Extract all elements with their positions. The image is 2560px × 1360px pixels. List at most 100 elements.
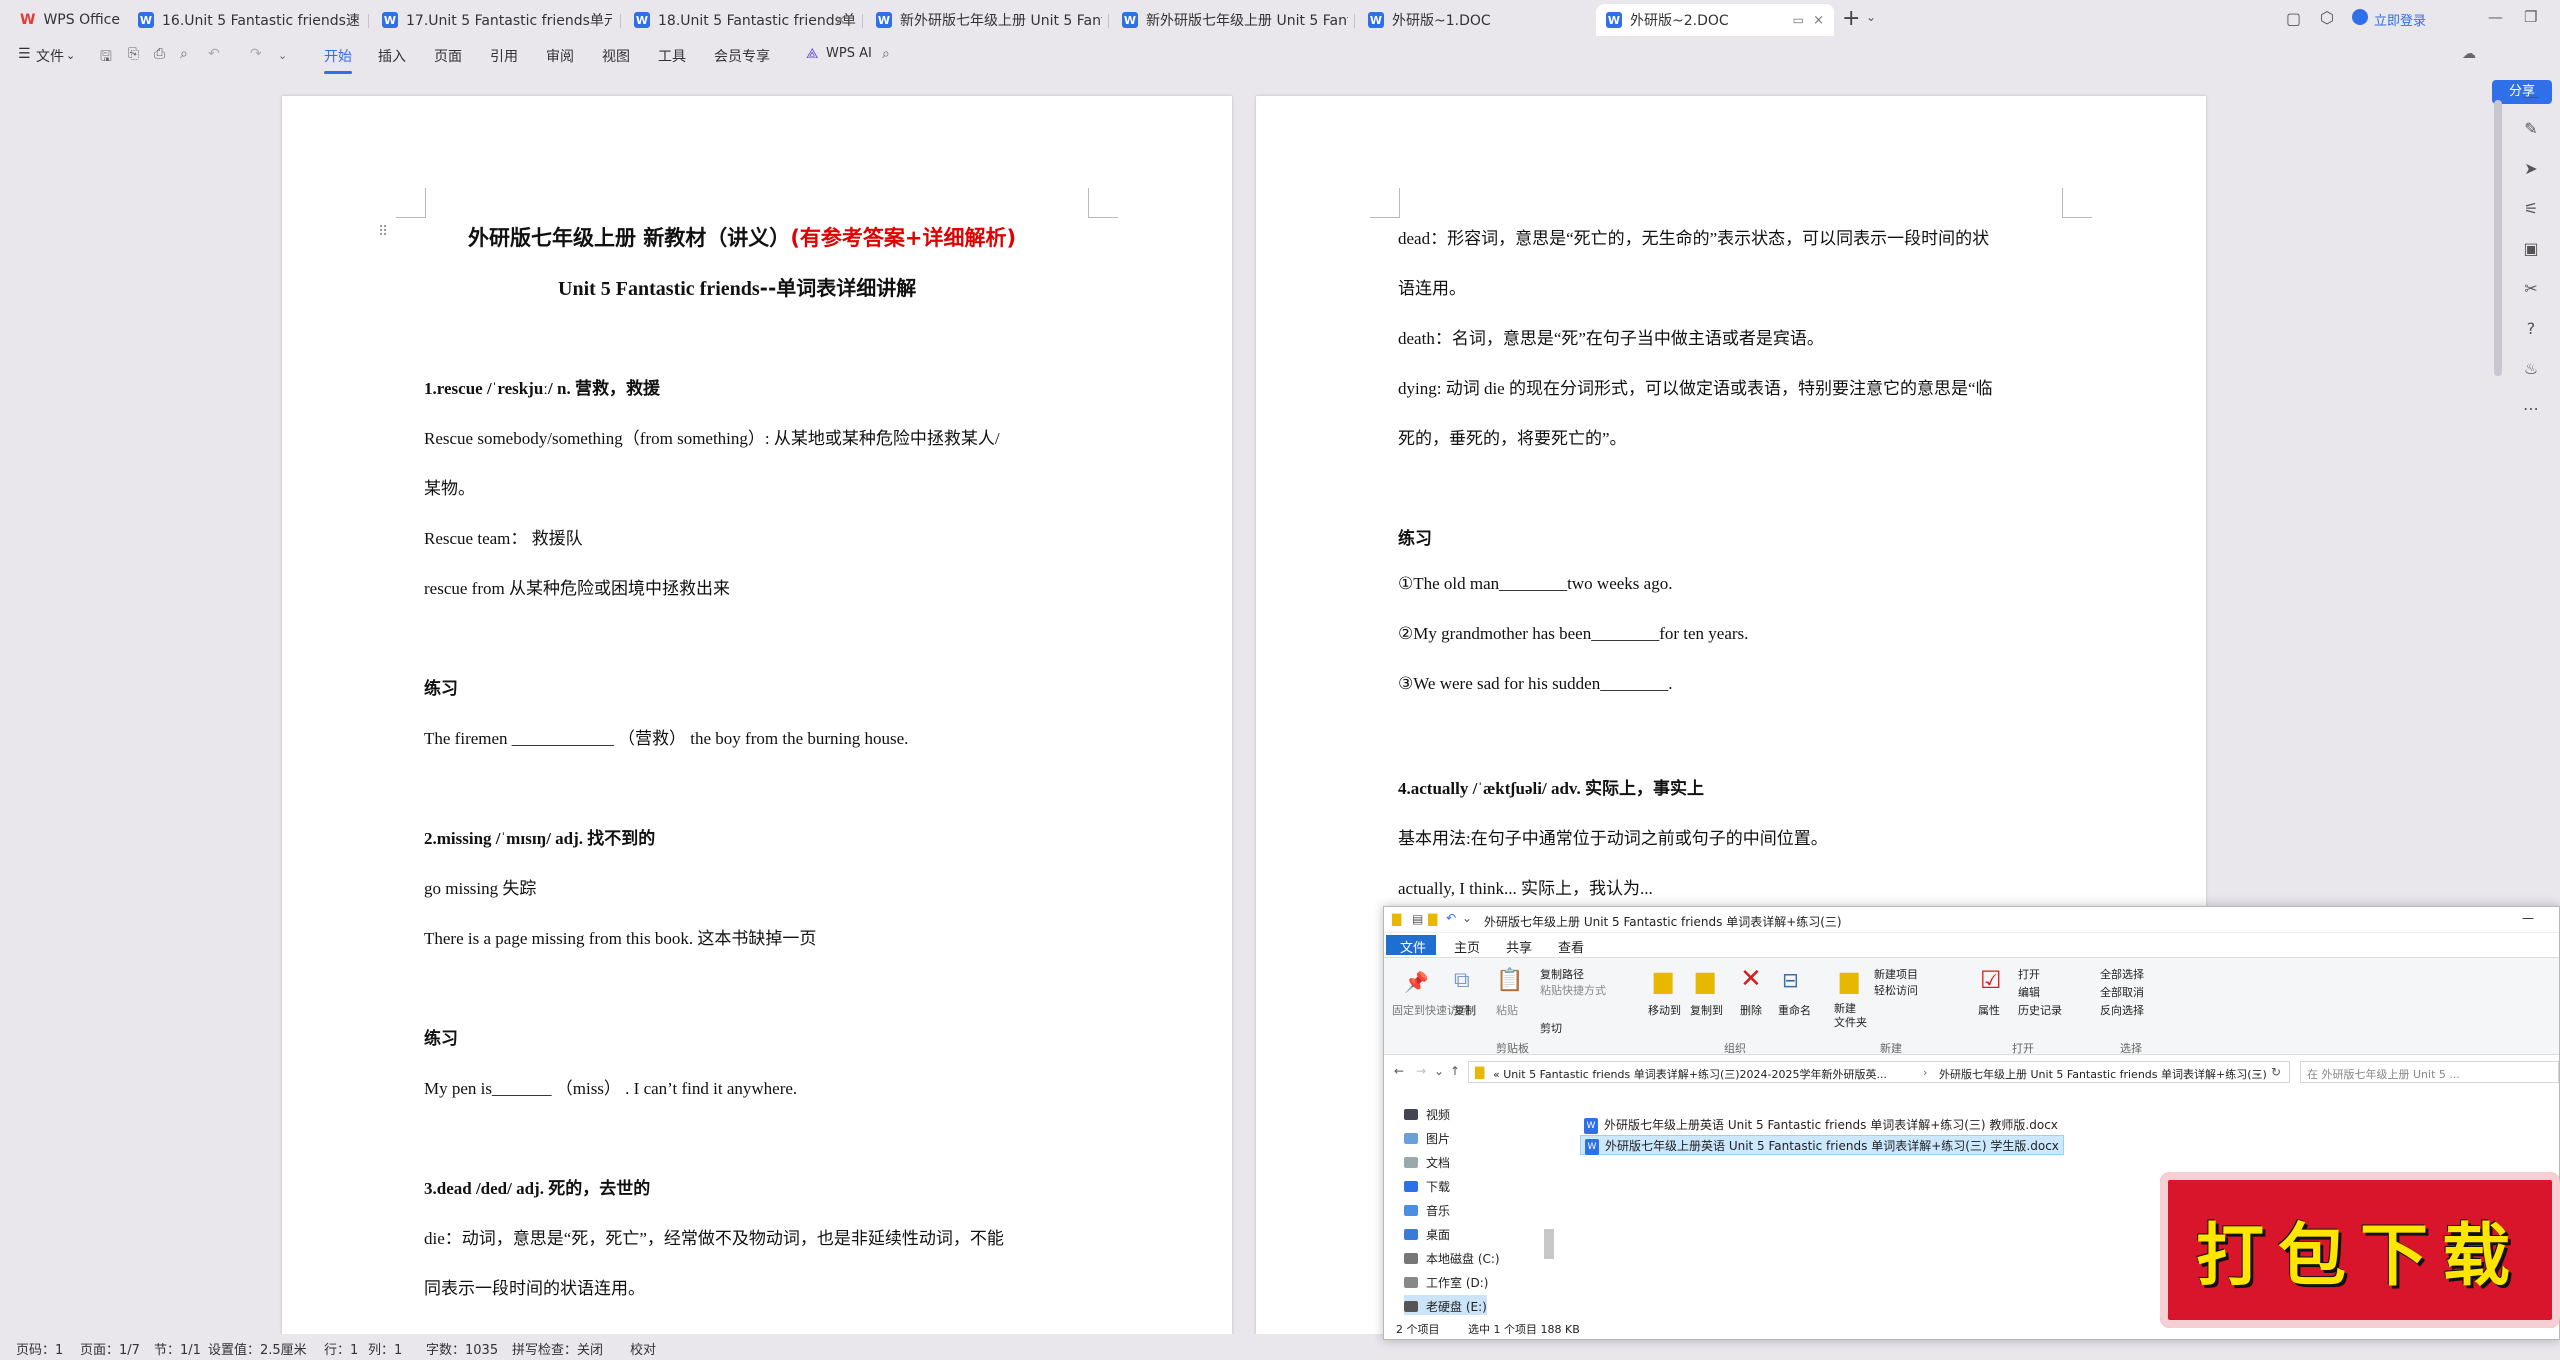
copy-path-button[interactable]: 复制路径 bbox=[1540, 966, 1584, 982]
login-link[interactable]: 立即登录 bbox=[2374, 10, 2426, 29]
save-icon[interactable]: 🖫 bbox=[100, 46, 112, 70]
nav-item-documents[interactable]: 文档 bbox=[1404, 1151, 1450, 1175]
nav-item-videos[interactable]: 视频 bbox=[1404, 1103, 1450, 1127]
more-chevron-icon[interactable]: ⌄ bbox=[278, 49, 287, 62]
tools-icon[interactable]: ✂ bbox=[2520, 278, 2542, 300]
window-mini-icon[interactable]: ▭ bbox=[1793, 13, 1804, 27]
close-icon[interactable]: × bbox=[1813, 13, 1824, 28]
tab-doc-2-active[interactable]: W 外研版~2.DOC ▭ × bbox=[1596, 4, 1834, 36]
edit-button[interactable]: 编辑 bbox=[2018, 984, 2040, 1000]
help-icon[interactable]: ? bbox=[2520, 318, 2542, 340]
new-tab-icon[interactable]: + bbox=[1842, 6, 1860, 31]
image-edit-icon[interactable]: ▣ bbox=[2520, 238, 2542, 260]
select-none-button[interactable]: 全部取消 bbox=[2100, 984, 2144, 1000]
undo-icon[interactable]: ↶ bbox=[208, 46, 220, 62]
menu-reference[interactable]: 引用 bbox=[490, 46, 518, 66]
recent-chevron-icon[interactable]: ⌄ bbox=[1434, 1064, 1444, 1078]
paste-shortcut-button[interactable]: 粘贴快捷方式 bbox=[1540, 982, 1606, 998]
refresh-icon[interactable]: ↻ bbox=[2271, 1065, 2281, 1079]
copy-to-button[interactable]: 复制到 bbox=[1690, 1002, 1723, 1018]
select-all-button[interactable]: 全部选择 bbox=[2100, 966, 2144, 982]
tab-doc-new-2[interactable]: W 新外研版七年级上册 Unit 5 Fantastic bbox=[1112, 4, 1348, 36]
menu-home[interactable]: 开始 bbox=[324, 46, 352, 74]
hamburger-icon[interactable]: ☰ bbox=[18, 46, 31, 62]
status-spell[interactable]: 拼写检查：关闭 bbox=[512, 1339, 603, 1358]
menu-tools[interactable]: 工具 bbox=[658, 46, 686, 66]
chevron-down-icon[interactable]: ⌄ bbox=[66, 49, 75, 62]
layout-icon[interactable]: ▢ bbox=[2286, 9, 2301, 28]
address-segment[interactable]: 外研版七年级上册 Unit 5 Fantastic friends 单词表详解+… bbox=[1939, 1066, 2267, 1082]
tab-doc-17[interactable]: W 17.Unit 5 Fantastic friends单元卷号 bbox=[372, 4, 612, 36]
easy-access-button[interactable]: 轻松访问 bbox=[1874, 982, 1918, 998]
tab-list-chevron-icon[interactable]: ⌄ bbox=[1866, 10, 1876, 24]
status-col[interactable]: 列：1 bbox=[368, 1339, 402, 1358]
open-button[interactable]: 打开 bbox=[2018, 966, 2040, 982]
pen-icon[interactable]: ✎ bbox=[2520, 118, 2542, 140]
tab-doc-1[interactable]: W 外研版~1.DOC bbox=[1358, 4, 1588, 36]
print-icon[interactable]: ⎙ bbox=[154, 46, 165, 62]
status-words[interactable]: 字数：1035 bbox=[426, 1339, 498, 1358]
menu-view[interactable]: 视图 bbox=[602, 46, 630, 66]
avatar-icon[interactable] bbox=[2352, 9, 2368, 25]
print-preview-icon[interactable]: ⌕ bbox=[180, 46, 188, 62]
restore-icon[interactable]: ❐ bbox=[2524, 8, 2537, 26]
tab-doc-new-1[interactable]: W 新外研版七年级上册 Unit 5 Fantastic bbox=[866, 4, 1102, 36]
ribbon-tab-file[interactable]: 文件 bbox=[1400, 937, 1426, 956]
properties-button[interactable]: 属性 bbox=[1978, 1002, 2000, 1018]
status-setting[interactable]: 设置值：2.5厘米 bbox=[208, 1339, 307, 1358]
minimize-icon[interactable]: — bbox=[2522, 911, 2534, 925]
tab-doc-18[interactable]: W 18.Unit 5 Fantastic friends单元卷 × bbox=[624, 4, 856, 36]
new-folder-button[interactable]: 新建 文件夹 bbox=[1834, 1002, 1867, 1030]
rename-button[interactable]: 重命名 bbox=[1778, 1002, 1811, 1018]
document-page-1[interactable]: ⠿ 外研版七年级上册 新教材（讲义）(有参考答案+详细解析) Unit 5 Fa… bbox=[282, 96, 1232, 1336]
tab-doc-16[interactable]: W 16.Unit 5 Fantastic friends速记清单 bbox=[128, 4, 360, 36]
back-icon[interactable]: ← bbox=[1394, 1064, 1404, 1078]
download-banner[interactable]: 打包下载 bbox=[2160, 1172, 2560, 1328]
ribbon-tab-view[interactable]: 查看 bbox=[1558, 937, 1584, 956]
ribbon-tab-home[interactable]: 主页 bbox=[1454, 937, 1480, 956]
delete-button[interactable]: 删除 bbox=[1740, 1002, 1762, 1018]
history-button[interactable]: 历史记录 bbox=[2018, 1002, 2062, 1018]
search-box[interactable]: 在 外研版七年级上册 Unit 5 ... bbox=[2300, 1061, 2559, 1083]
status-row[interactable]: 行：1 bbox=[324, 1339, 358, 1358]
vertical-scrollbar[interactable] bbox=[2494, 100, 2502, 376]
properties-quick-icon[interactable]: ▤ bbox=[1412, 912, 1423, 926]
nav-item-downloads[interactable]: 下载 bbox=[1404, 1175, 1450, 1199]
menu-member[interactable]: 会员专享 bbox=[714, 46, 770, 66]
collapse-icon[interactable]: — bbox=[2520, 86, 2542, 108]
nav-item-desktop[interactable]: 桌面 bbox=[1404, 1223, 1450, 1247]
close-icon[interactable]: × bbox=[835, 13, 846, 28]
menu-review[interactable]: 审阅 bbox=[546, 46, 574, 66]
more-icon[interactable]: ⋯ bbox=[2520, 398, 2542, 420]
forward-icon[interactable]: → bbox=[1416, 1064, 1426, 1078]
copy-button[interactable]: 复制 bbox=[1454, 1002, 1476, 1018]
redo-icon[interactable]: ↷ bbox=[250, 46, 262, 62]
address-bar[interactable]: ▇ « Unit 5 Fantastic friends 单词表详解+练习(三)… bbox=[1468, 1061, 2290, 1083]
quick-access-chevron-icon[interactable]: ⌄ bbox=[1462, 911, 1472, 925]
menu-wps-ai[interactable]: WPS AI bbox=[826, 46, 872, 61]
move-to-button[interactable]: 移动到 bbox=[1648, 1002, 1681, 1018]
ribbon-tab-share[interactable]: 共享 bbox=[1506, 937, 1532, 956]
paint-icon[interactable]: ♨ bbox=[2520, 358, 2542, 380]
cloud-icon[interactable]: ☁ bbox=[2462, 46, 2476, 62]
menu-file[interactable]: 文件 bbox=[36, 46, 64, 66]
minimize-icon[interactable]: — bbox=[2488, 8, 2503, 26]
cursor-icon[interactable]: ➤ bbox=[2520, 158, 2542, 180]
nav-item-drive-d[interactable]: 工作室 (D:) bbox=[1404, 1271, 1488, 1295]
invert-selection-button[interactable]: 反向选择 bbox=[2100, 1002, 2144, 1018]
search-input[interactable]: 在 外研版七年级上册 Unit 5 ... bbox=[2307, 1066, 2460, 1082]
nav-item-drive-c[interactable]: 本地磁盘 (C:) bbox=[1404, 1247, 1500, 1271]
paste-button[interactable]: 粘贴 bbox=[1496, 1002, 1518, 1018]
status-page-no[interactable]: 页码：1 bbox=[16, 1339, 63, 1358]
file-row-selected[interactable]: W 外研版七年级上册英语 Unit 5 Fantastic friends 单词表… bbox=[1580, 1135, 2064, 1155]
tab-wps-office[interactable]: W WPS Office bbox=[10, 4, 120, 36]
new-folder-quick-icon[interactable]: ▇ bbox=[1428, 912, 1437, 926]
cut-button[interactable]: 剪切 bbox=[1540, 1020, 1562, 1036]
nav-item-pictures[interactable]: 图片 bbox=[1404, 1127, 1450, 1151]
status-proof[interactable]: 校对 bbox=[630, 1339, 656, 1358]
sliders-icon[interactable]: ⚟ bbox=[2520, 198, 2542, 220]
status-section[interactable]: 节：1/1 bbox=[154, 1339, 201, 1358]
status-pages[interactable]: 页面：1/7 bbox=[80, 1339, 140, 1358]
chevron-down-icon[interactable]: ⌄ bbox=[2253, 1065, 2263, 1079]
nav-item-music[interactable]: 音乐 bbox=[1404, 1199, 1450, 1223]
